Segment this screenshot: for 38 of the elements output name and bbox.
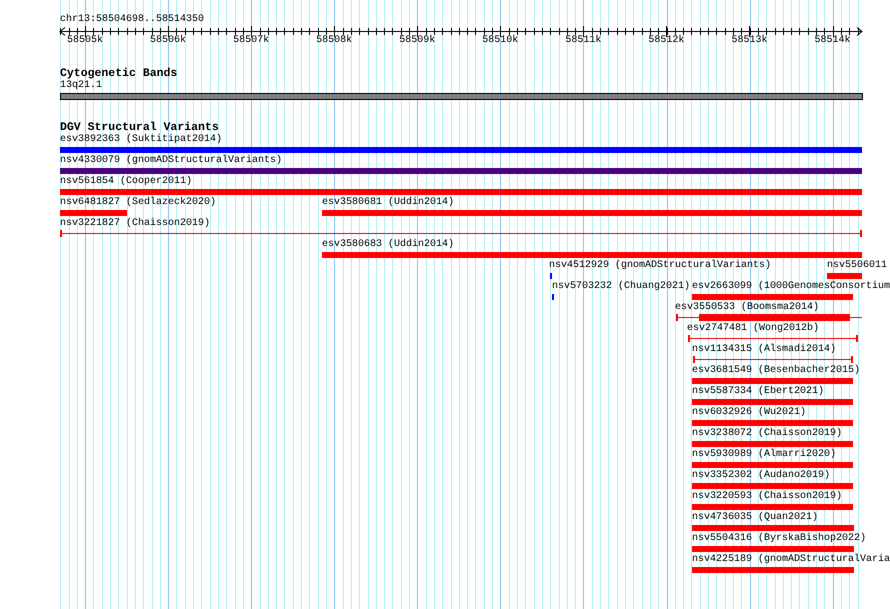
variant-label: esv3580681 (Uddin2014) [322,197,454,209]
variant-label: esv2663099 (1000GenomesConsortium [692,281,890,293]
tick-label: 58513k [731,35,768,47]
location-label: chr13:58504698..58514350 [60,14,204,26]
variant-label: nsv5930989 (Almarri2020) [692,449,836,461]
band-label: 13q21.1 [60,80,102,92]
tick-label: 58512k [648,35,684,47]
variant-label: nsv5506011 [827,260,888,272]
tick-label: 58505k [67,35,103,47]
variant-label: nsv3220593 (Chaisson2019) [692,491,842,503]
variant-label: nsv3352302 (Audano2019) [692,470,830,482]
variant-label: nsv1134315 (Alsmadi2014) [692,344,836,356]
tick-label: 58514k [814,35,851,47]
variant-label: nsv4225189 (gnomADStructuralVaria [692,554,890,566]
variant-label: esv3892363 (Suktitipat2014) [60,134,222,146]
variant-label: nsv561854 (Cooper2011) [60,176,192,188]
variant-label: nsv6032926 (Wu2021) [692,407,806,419]
variant-label: esv3550533 (Boomsma2014) [675,302,820,314]
variant-label: nsv4512929 (gnomADStructuralVariants) [549,260,772,272]
variant-label: esv3580683 (Uddin2014) [322,239,454,251]
variant-label: nsv3238072 (Chaisson2019) [692,428,842,440]
variant-label: nsv6481827 (Sedlazeck2020) [60,197,216,209]
tick-label: 58507k [233,35,270,47]
tick-label: 58511k [565,35,602,47]
tick-label: 58510k [482,35,518,47]
track-title: Cytogenetic Bands [60,67,178,80]
variant-label: nsv5504316 (ByrskaBishop2022) [692,533,866,545]
variant-label: nsv5587334 (Ebert2021) [692,386,824,398]
variant-label: nsv5703232 (Chuang2021) [552,281,690,293]
tick-label: 58508k [316,35,352,47]
variant-label: esv3681549 (Besenbacher2015) [692,365,860,377]
variant-label: nsv4736035 (Quan2021) [692,512,818,524]
tick-label: 58506k [150,35,186,47]
variant-label: nsv4330079 (gnomADStructuralVariants) [60,155,282,167]
tick-label: 58509k [399,35,436,47]
variant-label: esv2747481 (Wong2012b) [687,323,820,335]
variant-label: nsv3221827 (Chaisson2019) [60,218,210,230]
track-title: DGV Structural Variants [60,121,219,134]
